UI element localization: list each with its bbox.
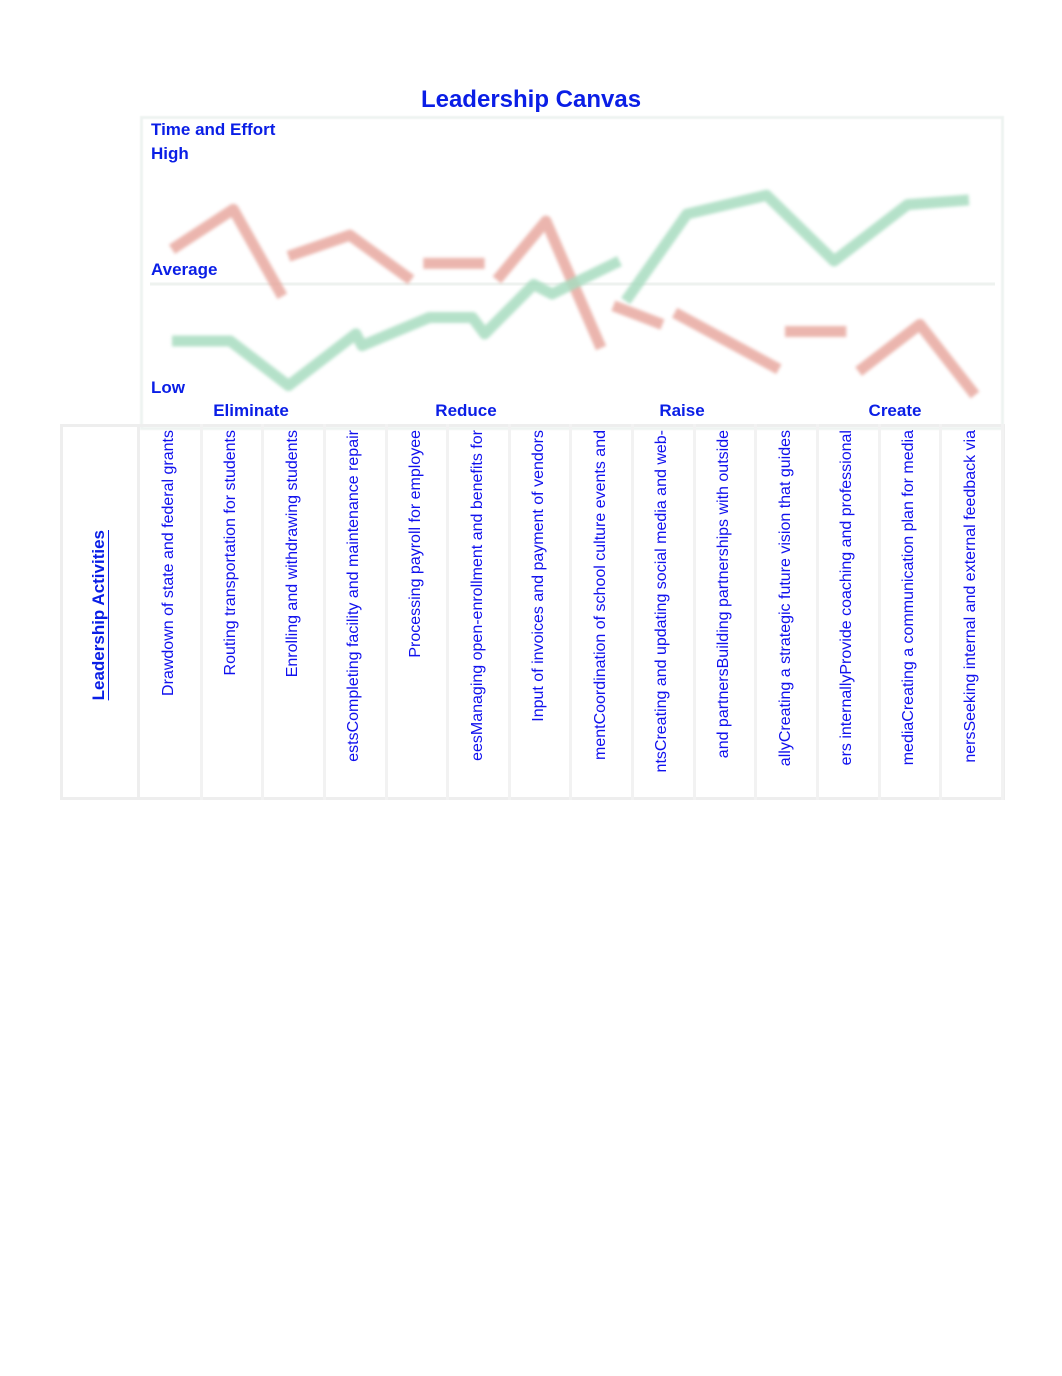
series-red-segment bbox=[611, 300, 665, 330]
group-label-create: Create bbox=[868, 401, 922, 420]
series-red-segment bbox=[855, 319, 980, 399]
series-red-segment bbox=[286, 229, 415, 285]
series-green-segment bbox=[172, 256, 622, 392]
group-label-eliminate: Eliminate bbox=[213, 401, 289, 420]
series-red-segment bbox=[672, 307, 782, 374]
line-plot bbox=[150, 189, 995, 399]
group-label-reduce: Reduce bbox=[435, 401, 497, 420]
group-label-raise: Raise bbox=[659, 401, 705, 420]
